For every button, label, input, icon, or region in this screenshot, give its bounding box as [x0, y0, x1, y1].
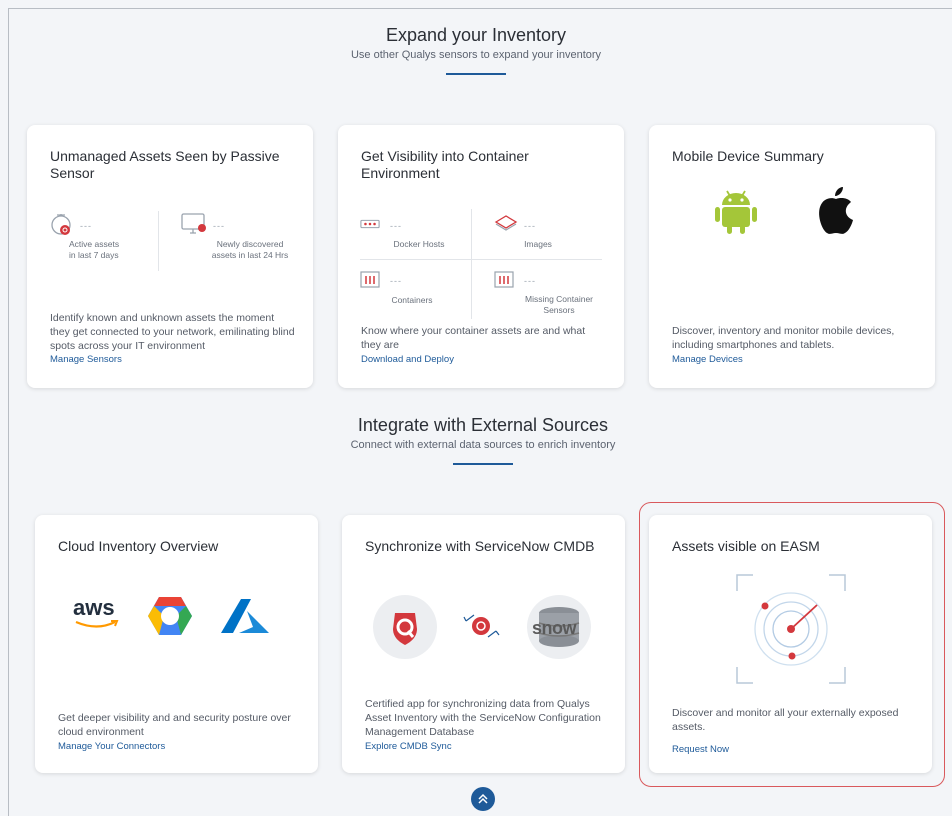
docker-hosts-value: --- — [390, 221, 402, 231]
card-title: Unmanaged Assets Seen by Passive Sensor — [50, 148, 280, 181]
servicenow-card: Synchronize with ServiceNow CMDB snow Ce… — [342, 515, 625, 773]
containers-icon — [360, 271, 380, 288]
expand-section-subtitle: Use other Qualys sensors to expand your … — [350, 49, 602, 61]
android-icon — [715, 190, 757, 234]
missing-sensors-icon — [494, 271, 514, 288]
scroll-to-top-button[interactable] — [471, 787, 495, 811]
integrate-section-title: Integrate with External Sources — [357, 415, 609, 435]
mobile-card: Mobile Device Summary Discover, inventor… — [649, 125, 935, 388]
container-card: Get Visibility into Container Environmen… — [338, 125, 624, 388]
docker-hosts-icon — [360, 219, 380, 229]
card-title: Synchronize with ServiceNow CMDB — [365, 538, 595, 554]
manage-connectors-link[interactable]: Manage Your Connectors — [58, 741, 165, 752]
containers-label: Containers — [391, 295, 433, 305]
card-description: Identify known and unknown assets the mo… — [50, 312, 295, 352]
easm-highlight-outline — [639, 502, 945, 787]
missing-sensors-label: Missing Container Sensors — [524, 294, 594, 315]
containers-value: --- — [390, 276, 402, 286]
manage-sensors-link[interactable]: Manage Sensors — [50, 354, 122, 365]
servicenow-logo: snow — [527, 595, 591, 659]
expand-section-title: Expand your Inventory — [385, 25, 567, 45]
images-icon — [494, 215, 518, 231]
active-assets-label: Active assets in last 7 days — [69, 239, 120, 260]
card-title: Get Visibility into Container Environmen… — [361, 148, 529, 181]
aws-logo: aws — [73, 597, 121, 628]
integrate-section-subtitle: Connect with external data sources to en… — [350, 439, 616, 451]
integrate-section-header: Integrate with External Sources Connect … — [7, 415, 952, 465]
card-title: Cloud Inventory Overview — [58, 538, 219, 554]
qualys-logo — [373, 595, 437, 659]
apple-icon — [819, 187, 853, 234]
section-underline — [446, 73, 506, 75]
monitor-icon — [181, 213, 206, 234]
google-cloud-icon — [148, 597, 192, 635]
stat-divider — [471, 209, 472, 319]
stat-divider — [158, 211, 159, 271]
sync-icon — [463, 614, 500, 638]
images-label: Images — [524, 239, 552, 249]
docker-hosts-label: Docker Hosts — [393, 239, 445, 249]
new-assets-value: --- — [213, 221, 225, 231]
card-description: Discover, inventory and monitor mobile d… — [672, 325, 895, 351]
passive-sensor-card: Unmanaged Assets Seen by Passive Sensor … — [27, 125, 313, 388]
download-deploy-link[interactable]: Download and Deploy — [361, 354, 454, 365]
section-underline — [453, 463, 513, 465]
expand-section-header: Expand your Inventory Use other Qualys s… — [0, 25, 952, 75]
double-chevron-up-icon — [478, 793, 488, 804]
new-assets-label: Newly discovered assets in last 24 Hrs — [211, 239, 289, 260]
cloud-inventory-card: Cloud Inventory Overview aws Get deeper … — [35, 515, 318, 773]
manage-devices-link[interactable]: Manage Devices — [672, 354, 743, 365]
card-description: Certified app for synchronizing data fro… — [365, 698, 601, 738]
card-description: Know where your container assets are and… — [361, 325, 586, 351]
card-description: Get deeper visibility and and security p… — [58, 712, 291, 738]
azure-icon — [221, 599, 269, 633]
active-assets-value: --- — [80, 221, 92, 231]
stat-divider — [360, 259, 602, 260]
active-assets-icon — [51, 214, 71, 235]
images-value: --- — [524, 221, 536, 231]
card-title: Mobile Device Summary — [672, 148, 824, 164]
missing-sensors-value: --- — [524, 276, 536, 286]
explore-cmdb-link[interactable]: Explore CMDB Sync — [365, 741, 452, 752]
